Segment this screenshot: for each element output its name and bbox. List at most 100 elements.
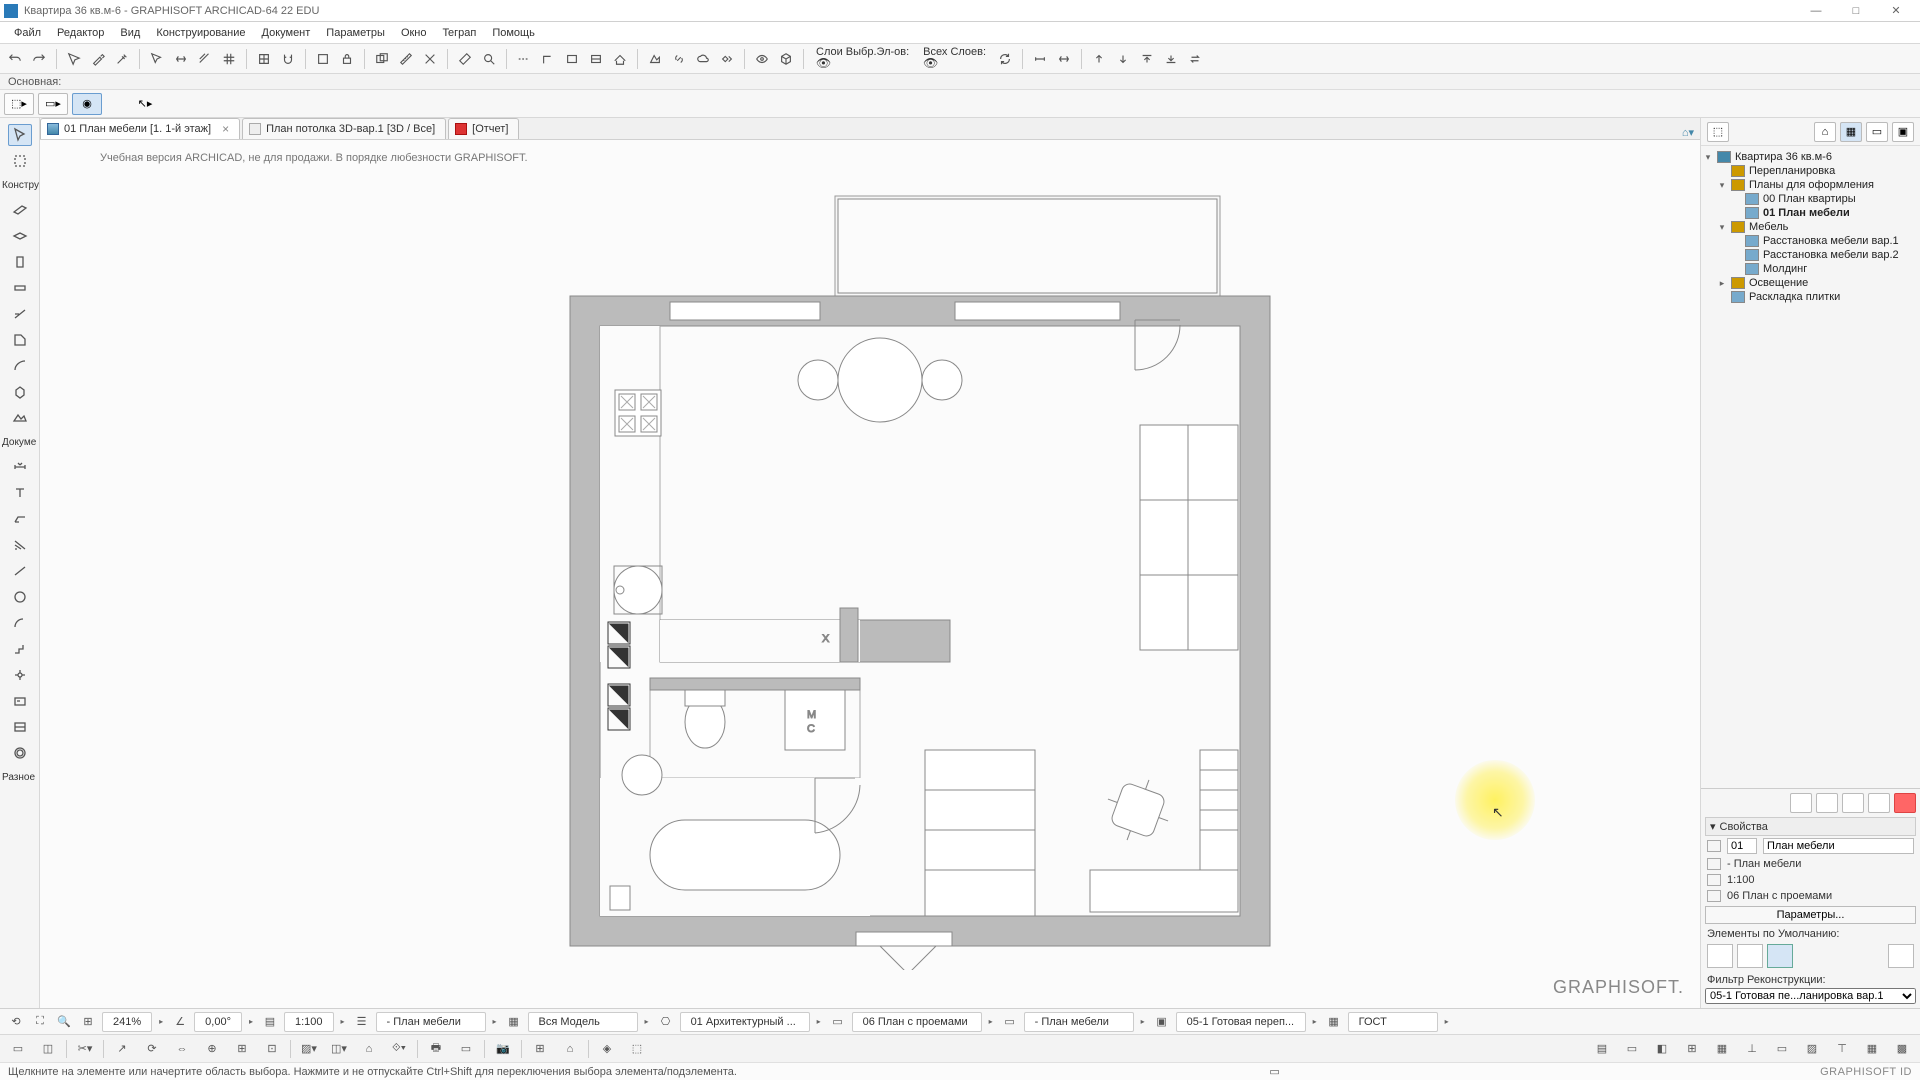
nav-home-icon[interactable]: ⌂ [1814, 122, 1836, 142]
cb18-icon[interactable]: ⌂ [558, 1038, 582, 1060]
ready-icon[interactable]: ▣ [1152, 1012, 1172, 1032]
eye-icon[interactable] [751, 48, 773, 70]
menu-edit[interactable]: Редактор [49, 27, 112, 39]
home-icon[interactable]: ⌂▾ [1682, 126, 1694, 139]
dim-tool[interactable] [8, 456, 32, 478]
cb6-icon[interactable]: ⇔ [170, 1038, 194, 1060]
menu-terrain[interactable]: Teграп [435, 27, 485, 39]
std-icon[interactable]: ▦ [1324, 1012, 1344, 1032]
cam-tool[interactable] [8, 742, 32, 764]
zoom-icon[interactable] [478, 48, 500, 70]
zoom100-icon[interactable]: ⊞ [78, 1012, 98, 1032]
minimize-button[interactable]: — [1796, 0, 1836, 21]
down-icon[interactable] [1112, 48, 1134, 70]
arch-field[interactable]: 01 Архитектурный ... [680, 1012, 810, 1032]
up-icon[interactable] [1088, 48, 1110, 70]
measure-icon[interactable] [395, 48, 417, 70]
tree-node[interactable]: Расстановка мебели вар.1 [1703, 234, 1918, 248]
tree-node[interactable]: Молдинг [1703, 262, 1918, 276]
fit-icon[interactable]: ⛶ [30, 1012, 50, 1032]
eyedrop-icon[interactable] [87, 48, 109, 70]
cb5-icon[interactable]: ⟳ [140, 1038, 164, 1060]
plan-field[interactable]: 06 План с проемами [852, 1012, 982, 1032]
angle-icon[interactable]: ∠ [170, 1012, 190, 1032]
vb3-icon[interactable]: ◉ [72, 93, 102, 115]
ready-field[interactable]: 05-1 Готовая переп... [1176, 1012, 1306, 1032]
close-button[interactable]: ✕ [1876, 0, 1916, 21]
bottom-icon[interactable] [1160, 48, 1182, 70]
lock-icon[interactable] [336, 48, 358, 70]
rect-icon[interactable] [561, 48, 583, 70]
params-button[interactable]: Параметры... [1705, 906, 1916, 924]
rcb5-icon[interactable]: ▦ [1710, 1038, 1734, 1060]
trace-icon[interactable] [371, 48, 393, 70]
sect-tool[interactable] [8, 716, 32, 738]
menu-view[interactable]: Вид [112, 27, 148, 39]
beam-tool[interactable] [8, 277, 32, 299]
model-field[interactable]: Вся Модель [528, 1012, 638, 1032]
ruler-icon[interactable] [454, 48, 476, 70]
model-icon[interactable]: ▦ [504, 1012, 524, 1032]
cb19-icon[interactable]: ◈ [595, 1038, 619, 1060]
menu-help[interactable]: Помощь [484, 27, 543, 39]
cb3-icon[interactable]: ✂▾ [73, 1038, 97, 1060]
std-field[interactable]: ГОСТ [1348, 1012, 1438, 1032]
renov-icon[interactable] [716, 48, 738, 70]
prop-id-field[interactable] [1727, 838, 1757, 854]
prop-close-icon[interactable] [1894, 793, 1916, 813]
scale-icon2[interactable]: ▤ [260, 1012, 280, 1032]
vb2-icon[interactable]: ▭▸ [38, 93, 68, 115]
arc-tool[interactable] [8, 612, 32, 634]
rcb4-icon[interactable]: ⊞ [1680, 1038, 1704, 1060]
maximize-button[interactable]: □ [1836, 0, 1876, 21]
cb11-icon[interactable]: ◫▾ [327, 1038, 351, 1060]
poly-tool[interactable] [8, 638, 32, 660]
nav-btn1-icon[interactable]: ⬚ [1707, 122, 1729, 142]
filter-select[interactable]: 05-1 Готовая пе...ланировка вар.1 [1705, 988, 1916, 1004]
3d-icon[interactable] [775, 48, 797, 70]
zoom-field[interactable]: 241% [102, 1012, 152, 1032]
layer-icon[interactable]: ☰ [352, 1012, 372, 1032]
morph-icon[interactable] [644, 48, 666, 70]
dim1-icon[interactable] [1029, 48, 1051, 70]
grid-snap-icon[interactable] [253, 48, 275, 70]
cb1-icon[interactable]: ▭ [6, 1038, 30, 1060]
menu-file[interactable]: Файл [6, 27, 49, 39]
def-apply-icon[interactable] [1888, 944, 1914, 968]
rcb2-icon[interactable]: ▭ [1620, 1038, 1644, 1060]
grid-icon[interactable] [218, 48, 240, 70]
window-tool[interactable] [8, 303, 32, 325]
menu-document[interactable]: Документ [254, 27, 319, 39]
label-tool[interactable] [8, 508, 32, 530]
draw-tool[interactable] [8, 690, 32, 712]
wall-tool[interactable] [8, 199, 32, 221]
mesh-tool[interactable] [8, 407, 32, 429]
refresh-icon[interactable] [994, 48, 1016, 70]
dashed-icon[interactable] [513, 48, 535, 70]
redo-icon[interactable] [28, 48, 50, 70]
cloud-icon[interactable] [692, 48, 714, 70]
tree-node[interactable]: 01 План мебели [1703, 206, 1918, 220]
arrow-tool[interactable] [8, 124, 32, 146]
cut-icon[interactable] [419, 48, 441, 70]
rcb6-icon[interactable]: ⊥ [1740, 1038, 1764, 1060]
cb8-icon[interactable]: ⊞ [230, 1038, 254, 1060]
def-b2-icon[interactable] [1737, 944, 1763, 968]
obj-tool[interactable] [8, 381, 32, 403]
tab-3d[interactable]: План потолка 3D-вар.1 [3D / Все] [242, 118, 446, 139]
close-tab-icon[interactable]: × [222, 122, 229, 136]
nav-views-icon[interactable]: ▦ [1840, 122, 1862, 142]
rect2-icon[interactable] [585, 48, 607, 70]
prop-btn1-icon[interactable] [1790, 793, 1812, 813]
menu-options[interactable]: Параметры [318, 27, 393, 39]
nav-pub-icon[interactable]: ▣ [1892, 122, 1914, 142]
prop-name-field[interactable] [1763, 838, 1914, 854]
pick-icon[interactable] [63, 48, 85, 70]
circle-tool[interactable] [8, 586, 32, 608]
plan2-icon[interactable]: ▭ [1000, 1012, 1020, 1032]
column-tool[interactable] [8, 251, 32, 273]
rcb3-icon[interactable]: ◧ [1650, 1038, 1674, 1060]
dim2-icon[interactable] [1053, 48, 1075, 70]
cb12-icon[interactable]: ⌂ [357, 1038, 381, 1060]
vb1-icon[interactable]: ⬚▸ [4, 93, 34, 115]
